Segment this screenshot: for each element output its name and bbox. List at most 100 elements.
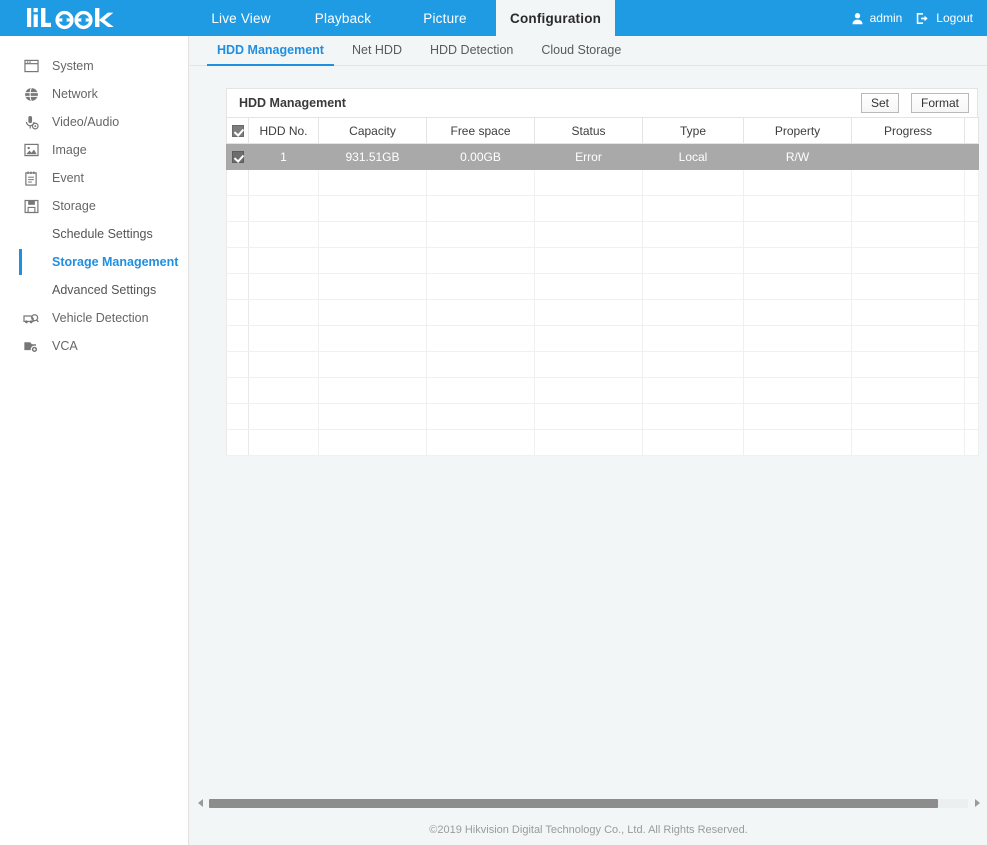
empty-cell: [535, 196, 643, 222]
select-all-checkbox[interactable]: [232, 125, 244, 137]
empty-cell: [535, 430, 643, 456]
sidebar-item-vca[interactable]: VCA: [0, 332, 188, 360]
column-header-capacity[interactable]: Capacity: [319, 118, 427, 144]
sub-tab-bar: HDD Management Net HDD HDD Detection Clo…: [190, 36, 987, 66]
vca-icon: [22, 337, 40, 355]
sidebar-item-network[interactable]: Network: [0, 80, 188, 108]
empty-cell: [535, 352, 643, 378]
tab-hdd-management[interactable]: HDD Management: [203, 35, 338, 65]
sidebar-item-advanced-settings[interactable]: Advanced Settings: [0, 276, 188, 304]
scrollbar-track[interactable]: [209, 799, 968, 808]
empty-cell: [249, 196, 319, 222]
column-header-status[interactable]: Status: [535, 118, 643, 144]
empty-cell: [319, 352, 427, 378]
format-button[interactable]: Format: [911, 93, 969, 113]
nav-picture[interactable]: Picture: [394, 0, 496, 36]
empty-cell: [319, 196, 427, 222]
empty-cell: [535, 404, 643, 430]
empty-cell: [535, 274, 643, 300]
empty-cell: [852, 300, 965, 326]
sidebar-item-image-label: Image: [52, 143, 87, 157]
sidebar-item-event-label: Event: [52, 171, 84, 185]
empty-cell: [643, 378, 744, 404]
empty-cell: [852, 248, 965, 274]
sidebar-item-event[interactable]: Event: [0, 164, 188, 192]
caret-left-icon[interactable]: [194, 795, 206, 811]
current-user[interactable]: admin: [851, 11, 903, 25]
column-header-free-space[interactable]: Free space: [427, 118, 535, 144]
tab-hdd-management-label: HDD Management: [217, 43, 324, 57]
table-row-empty: [227, 404, 979, 430]
sidebar-item-advanced-settings-label: Advanced Settings: [52, 283, 156, 297]
tab-cloud-storage-label: Cloud Storage: [541, 43, 621, 57]
sidebar-item-storage[interactable]: Storage: [0, 192, 188, 220]
table-row-empty: [227, 300, 979, 326]
table-row-empty: [227, 274, 979, 300]
row-checkbox[interactable]: [232, 151, 244, 163]
empty-cell: [535, 248, 643, 274]
column-header-hdd-no[interactable]: HDD No.: [249, 118, 319, 144]
empty-cell: [643, 352, 744, 378]
empty-cell: [227, 170, 249, 196]
empty-cell: [744, 196, 852, 222]
empty-cell: [249, 274, 319, 300]
empty-cell: [249, 378, 319, 404]
empty-cell: [535, 222, 643, 248]
empty-cell: [227, 378, 249, 404]
cell-free-space: 0.00GB: [427, 144, 535, 170]
empty-cell: [643, 326, 744, 352]
empty-cell: [852, 196, 965, 222]
cell-progress: [852, 144, 965, 170]
tab-hdd-detection-label: HDD Detection: [430, 43, 513, 57]
sidebar-item-schedule-settings[interactable]: Schedule Settings: [0, 220, 188, 248]
empty-cell: [427, 300, 535, 326]
column-header-type[interactable]: Type: [643, 118, 744, 144]
empty-cell: [227, 430, 249, 456]
empty-cell: [227, 274, 249, 300]
empty-cell: [643, 300, 744, 326]
empty-cell: [249, 404, 319, 430]
empty-cell: [535, 326, 643, 352]
empty-cell: [744, 222, 852, 248]
tab-cloud-storage[interactable]: Cloud Storage: [527, 35, 635, 65]
clipboard-icon: [22, 169, 40, 187]
sidebar-item-image[interactable]: Image: [0, 136, 188, 164]
sidebar-item-vehicle-detection[interactable]: Vehicle Detection: [0, 304, 188, 332]
nav-live-view[interactable]: Live View: [190, 0, 292, 36]
scrollbar-thumb[interactable]: [209, 799, 938, 808]
sidebar-item-storage-management[interactable]: Storage Management: [0, 248, 188, 276]
tab-hdd-detection[interactable]: HDD Detection: [416, 35, 527, 65]
nav-configuration[interactable]: Configuration: [496, 0, 615, 36]
hilook-logo[interactable]: [0, 0, 190, 36]
column-header-progress[interactable]: Progress: [852, 118, 965, 144]
set-button-label: Set: [871, 96, 889, 110]
empty-cell: [319, 326, 427, 352]
empty-cell: [965, 222, 979, 248]
empty-cell: [852, 326, 965, 352]
table-row[interactable]: 1 931.51GB 0.00GB Error Local R/W: [227, 144, 979, 170]
empty-cell: [319, 404, 427, 430]
panel-actions: Set Format: [861, 93, 969, 113]
table-header-row: HDD No. Capacity Free space Status Type …: [227, 118, 979, 144]
sidebar-item-system[interactable]: System: [0, 52, 188, 80]
sidebar-item-video-audio-label: Video/Audio: [52, 115, 119, 129]
set-button[interactable]: Set: [861, 93, 899, 113]
nav-playback[interactable]: Playback: [292, 0, 394, 36]
empty-cell: [852, 378, 965, 404]
empty-cell: [643, 196, 744, 222]
sidebar-item-system-label: System: [52, 59, 94, 73]
sidebar-item-video-audio[interactable]: Video/Audio: [0, 108, 188, 136]
tab-net-hdd[interactable]: Net HDD: [338, 35, 416, 65]
logout-button[interactable]: Logout: [916, 11, 973, 25]
horizontal-scrollbar[interactable]: [190, 795, 987, 811]
logout-label: Logout: [936, 11, 973, 25]
caret-right-icon[interactable]: [971, 795, 983, 811]
format-button-label: Format: [921, 96, 959, 110]
column-header-property[interactable]: Property: [744, 118, 852, 144]
nav-configuration-label: Configuration: [510, 11, 601, 26]
row-select-cell: [227, 144, 249, 170]
empty-cell: [319, 274, 427, 300]
empty-cell: [965, 352, 979, 378]
empty-cell: [535, 170, 643, 196]
hilook-web-client: Live View Playback Picture Configuration…: [0, 0, 987, 845]
